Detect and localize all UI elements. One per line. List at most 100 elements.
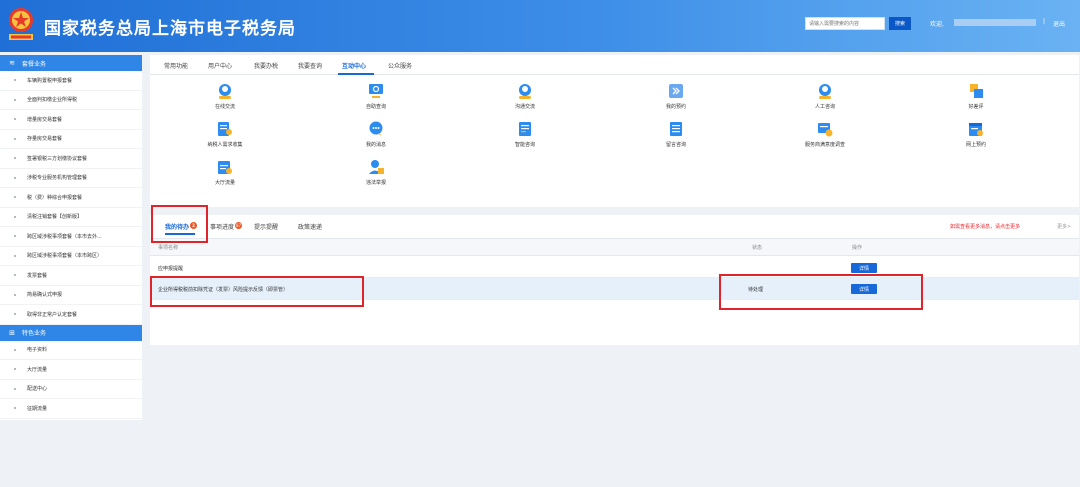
service-my-messages[interactable]: 我的消息: [336, 120, 416, 148]
sidebar-item[interactable]: 清税注销套餐【创新版】: [0, 208, 142, 227]
todo-table-header: [150, 239, 1079, 256]
sidebar-item[interactable]: 大厅流量: [0, 360, 142, 380]
highlight-box-item-name: [150, 276, 364, 307]
bullet-icon: [14, 348, 16, 351]
service-violation-report[interactable]: 违法举报: [336, 158, 416, 186]
hall-traffic-icon: [218, 161, 232, 174]
sidebar-item[interactable]: 征期流量: [0, 399, 142, 419]
welcome-text: 欢迎,: [930, 21, 944, 28]
service-label: 我的预约: [665, 104, 686, 110]
service-hall-traffic[interactable]: 大厅流量: [185, 158, 265, 186]
bullet-icon: [14, 313, 16, 316]
tab-query[interactable]: 我要查询: [298, 61, 322, 70]
grid-icon: ⊞: [9, 328, 15, 337]
monitor-search-icon: [369, 84, 383, 98]
tab-user-center[interactable]: 用户中心: [208, 61, 232, 70]
bullet-icon: [14, 235, 16, 238]
progress-count-badge: 87: [235, 222, 243, 229]
bullet-icon: [14, 176, 16, 179]
sidebar-item-label: 税（费）种综合申报套餐: [27, 194, 83, 201]
service-smart-consult[interactable]: 智能咨询: [485, 120, 565, 148]
sidebar-section-special[interactable]: ⊞ 特色业务: [0, 324, 142, 341]
sidebar-item[interactable]: 简易确认式申报: [0, 286, 142, 305]
sidebar-item[interactable]: 车辆购置税申报套餐: [0, 71, 142, 91]
service-communication[interactable]: 沟通交流: [485, 82, 565, 110]
sidebar-item-label: 发票套餐: [27, 272, 48, 279]
sidebar-item[interactable]: 电子资料: [0, 341, 142, 360]
service-label: 在线交流: [214, 104, 235, 110]
service-demand-collection[interactable]: 纳税人需求收集: [185, 120, 265, 148]
service-rating[interactable]: 好差评: [936, 82, 1016, 110]
sidebar-item[interactable]: 跨区域涉税事项套餐（本市跨区）: [0, 247, 142, 266]
service-label: 网上预约: [965, 142, 986, 148]
bullet-icon: [14, 157, 16, 160]
sidebar-item-label: 存量房交易套餐: [27, 136, 63, 143]
sidebar-section-package[interactable]: ≋ 套餐业务: [0, 55, 142, 71]
service-label: 自助查询: [365, 104, 386, 110]
bullet-icon: [14, 118, 16, 121]
tab-common[interactable]: 常用功能: [164, 61, 188, 70]
search-input[interactable]: [805, 17, 885, 30]
service-label: 沟通交流: [514, 104, 535, 110]
section-gap: [150, 207, 1079, 215]
sidebar-item[interactable]: 签署银税三方划缴协议套餐: [0, 149, 142, 169]
bullet-icon: [14, 407, 16, 410]
sidebar-item[interactable]: 取得非正常户认定套餐: [0, 305, 142, 325]
support-agent-icon: [519, 84, 531, 99]
sidebar-item-label: 大厅流量: [27, 366, 48, 373]
sidebar-item-label: 车辆购置税申报套餐: [27, 77, 73, 84]
sidebar-item[interactable]: 配送中心: [0, 380, 142, 399]
service-my-appointment[interactable]: 我的预约: [636, 82, 716, 110]
tax-emblem-icon: [9, 8, 33, 40]
message-bubble-icon: [369, 121, 383, 136]
service-label: 违法举报: [365, 180, 386, 186]
bullet-icon: [14, 254, 16, 257]
service-self-query[interactable]: 自助查询: [336, 82, 416, 110]
service-satisfaction-survey[interactable]: 服务商满意度调查: [785, 120, 865, 148]
service-online-booking[interactable]: 网上预约: [936, 120, 1016, 148]
service-label: 人工咨询: [814, 104, 835, 110]
service-online-chat[interactable]: 在线交流: [185, 82, 265, 110]
headset-icon: [219, 84, 231, 99]
user-list-icon: [218, 122, 232, 136]
bullet-icon: [14, 98, 16, 101]
tab-policy-express[interactable]: 政策速递: [298, 222, 322, 231]
sidebar: ≋ 套餐业务 车辆购置税申报套餐 全面判扣缴企业所得税 增量房交易套餐 存量房交…: [0, 55, 142, 420]
sidebar-item[interactable]: 增量房交易套餐: [0, 110, 142, 130]
notes-icon: [670, 122, 682, 136]
sidebar-item-label: 跨区域涉税事项套餐（本市去外...: [27, 233, 102, 240]
tab-public-service[interactable]: 公众服务: [388, 61, 412, 70]
tab-reminders[interactable]: 提示提醒: [254, 222, 278, 231]
service-manual-consult[interactable]: 人工咨询: [785, 82, 865, 110]
sidebar-item[interactable]: 税（费）种综合申报套餐: [0, 188, 142, 208]
logout-link[interactable]: 退出: [1053, 19, 1065, 28]
detail-button[interactable]: 详情: [851, 263, 877, 273]
tab-progress[interactable]: 事项进度 87: [210, 222, 243, 231]
row-name: 应申报提醒: [158, 266, 184, 272]
sidebar-item[interactable]: 存量房交易套餐: [0, 130, 142, 149]
sidebar-item[interactable]: 跨区域涉税事项套餐（本市去外...: [0, 227, 142, 247]
tab-interaction-center[interactable]: 互动中心: [342, 61, 366, 70]
active-tab-indicator: [338, 73, 374, 75]
sidebar-item-label: 涉税专业服务机构管理套餐: [27, 175, 88, 182]
sidebar-item[interactable]: 涉税专业服务机构管理套餐: [0, 169, 142, 188]
sidebar-item-label: 清税注销套餐【创新版】: [27, 214, 83, 221]
sidebar-item[interactable]: 全面判扣缴企业所得税: [0, 91, 142, 110]
more-link[interactable]: 更多>: [1057, 223, 1071, 230]
document-icon: [519, 122, 531, 136]
table-row: [150, 257, 1079, 278]
more-messages-notice: 如需查看更多消息，请点击更多: [950, 224, 1021, 230]
service-label: 留言咨询: [665, 142, 686, 148]
service-message-consult[interactable]: 留言咨询: [636, 120, 716, 148]
layers-icon: ≋: [9, 59, 15, 67]
top-header: 国家税务总局上海市电子税务局 搜索 欢迎, | 退出: [0, 0, 1080, 52]
sidebar-item-label: 取得非正常户认定套餐: [27, 311, 78, 318]
calendar-icon: [969, 123, 983, 136]
sidebar-item-label: 征期流量: [27, 405, 48, 412]
tab-tax-handling[interactable]: 我要办税: [254, 61, 278, 70]
site-title: 国家税务总局上海市电子税务局: [44, 19, 296, 39]
search-button[interactable]: 搜索: [889, 17, 911, 30]
main-tabs: 常用功能 用户中心 我要办税 我要查询 互动中心 公众服务: [150, 55, 1079, 75]
sidebar-item[interactable]: 发票套餐: [0, 266, 142, 286]
sidebar-section-label: 特色业务: [22, 330, 47, 337]
